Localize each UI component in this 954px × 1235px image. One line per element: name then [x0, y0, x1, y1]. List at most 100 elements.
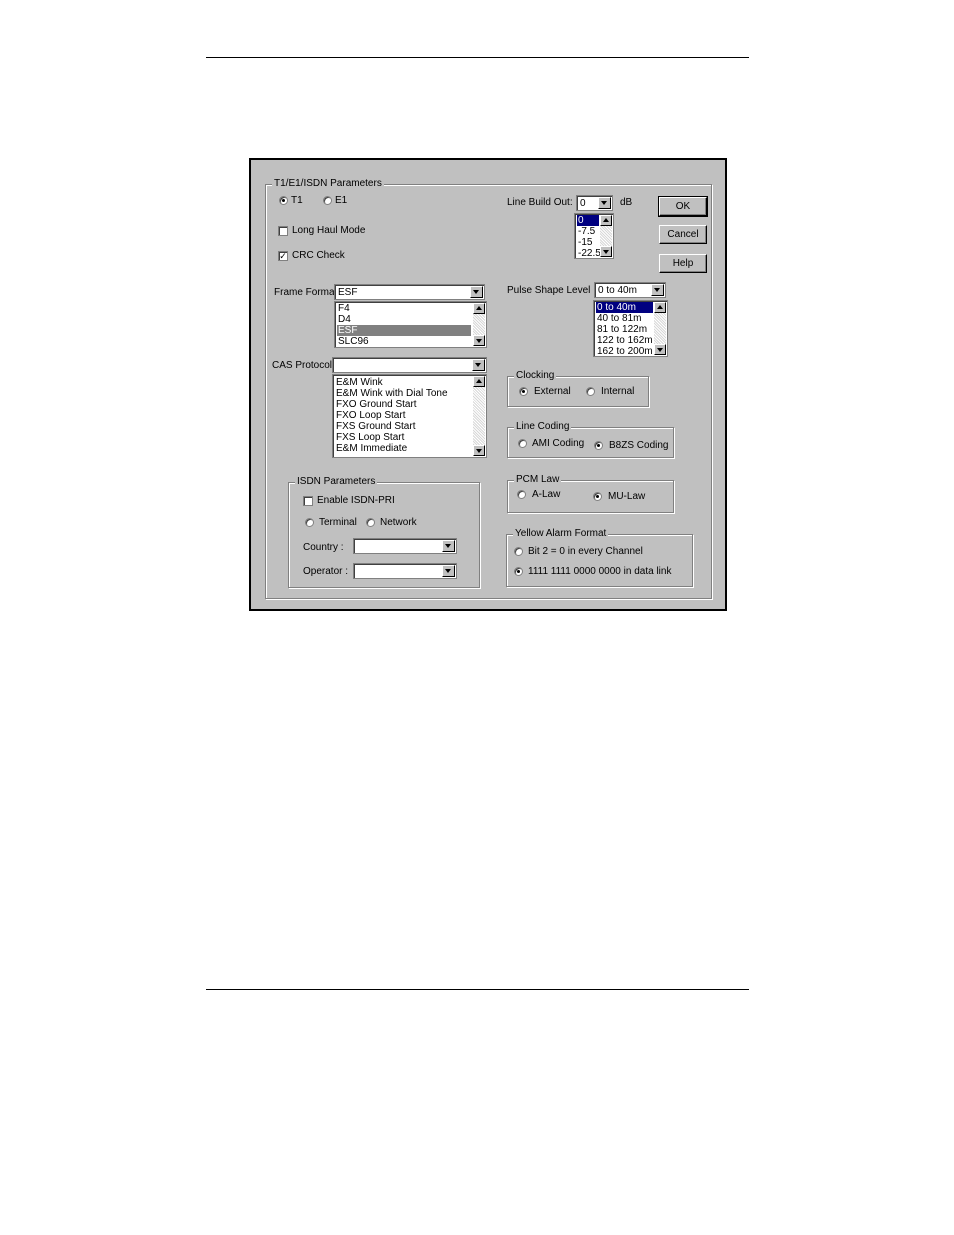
chevron-down-icon[interactable]	[442, 540, 455, 552]
terminal-radio[interactable]	[305, 518, 314, 527]
pulse-shape-label: Pulse Shape Level	[507, 285, 591, 296]
chevron-down-icon[interactable]	[651, 284, 664, 296]
top-rule	[206, 57, 749, 58]
bottom-rule	[206, 989, 749, 990]
help-button[interactable]: Help	[659, 254, 707, 273]
scrollbar[interactable]	[654, 302, 666, 355]
cas-protocol-label: CAS Protocol:	[272, 360, 335, 371]
long-haul-checkbox[interactable]	[278, 226, 288, 236]
enable-isdn-pri-label: Enable ISDN-PRI	[317, 495, 395, 506]
isdn-parameters-title: ISDN Parameters	[295, 476, 378, 488]
list-item[interactable]: 122 to 162m	[596, 335, 654, 346]
chevron-down-icon[interactable]	[442, 565, 455, 577]
list-item[interactable]: E&M Wink with Dial Tone	[335, 388, 449, 399]
chevron-down-icon[interactable]	[472, 359, 485, 371]
list-item[interactable]: ESF	[337, 325, 471, 336]
b8zs-coding-radio[interactable]	[594, 441, 603, 450]
list-item[interactable]: FXO Ground Start	[335, 399, 418, 410]
list-item[interactable]: FXO Loop Start	[335, 410, 406, 421]
list-item[interactable]: E&M Immediate	[335, 443, 408, 454]
list-item[interactable]: FXS Ground Start	[335, 421, 416, 432]
scrollbar[interactable]	[600, 215, 612, 257]
list-item[interactable]: E&M Wink	[335, 377, 384, 388]
list-item[interactable]: FXS Loop Start	[335, 432, 405, 443]
frame-format-value: ESF	[338, 287, 358, 298]
t1-radio[interactable]	[279, 196, 288, 205]
operator-select[interactable]	[353, 563, 457, 579]
crc-check-checkbox[interactable]: ✓	[278, 251, 288, 261]
scroll-down-icon[interactable]	[654, 344, 666, 355]
scroll-down-icon[interactable]	[473, 445, 485, 456]
chevron-down-icon[interactable]	[470, 286, 483, 298]
yellow-alarm-title: Yellow Alarm Format	[513, 528, 609, 540]
a-law-label: A-Law	[532, 489, 561, 500]
line-build-out-select[interactable]: 0	[576, 195, 613, 211]
internal-label: Internal	[601, 386, 635, 397]
pulse-shape-list: 0 to 40m 40 to 81m 81 to 122m 122 to 162…	[593, 300, 668, 357]
frame-format-label: Frame Format:	[274, 287, 341, 298]
t1-label: T1	[291, 195, 303, 206]
mu-law-radio[interactable]	[593, 492, 602, 501]
b8zs-coding-label: B8ZS Coding	[609, 440, 669, 451]
cas-protocol-list: E&M Wink E&M Wink with Dial Tone FXO Gro…	[332, 374, 487, 458]
frame-format-list: F4 D4 ESF SLC96	[334, 301, 487, 348]
terminal-label: Terminal	[319, 517, 357, 528]
list-item[interactable]: -22.5	[577, 248, 602, 258]
operator-label: Operator :	[303, 566, 349, 577]
country-select[interactable]	[353, 538, 457, 554]
list-item[interactable]: 162 to 200m	[596, 346, 654, 356]
list-item[interactable]: 40 to 81m	[596, 313, 642, 324]
line-build-out-list: 0 -7.5 -15 -22.5	[574, 213, 614, 259]
data-link-radio[interactable]	[514, 567, 523, 576]
pulse-shape-select[interactable]: 0 to 40m	[594, 282, 666, 298]
e1-radio[interactable]	[323, 196, 332, 205]
long-haul-label: Long Haul Mode	[292, 225, 366, 236]
list-item[interactable]: 0	[577, 215, 599, 226]
mu-law-label: MU-Law	[608, 491, 646, 502]
a-law-radio[interactable]	[517, 490, 526, 499]
list-item[interactable]: D4	[337, 314, 352, 325]
external-radio[interactable]	[519, 387, 528, 396]
line-build-out-value: 0	[580, 198, 586, 209]
line-build-out-label: Line Build Out:	[507, 197, 573, 208]
scroll-up-icon[interactable]	[473, 376, 485, 387]
bit2-radio[interactable]	[514, 547, 523, 556]
enable-isdn-pri-checkbox[interactable]	[303, 496, 313, 506]
country-label: Country :	[303, 542, 344, 553]
list-item[interactable]: 81 to 122m	[596, 324, 648, 335]
ok-button[interactable]: OK	[658, 196, 708, 217]
db-unit-label: dB	[620, 197, 633, 208]
chevron-down-icon[interactable]	[598, 197, 611, 209]
list-item[interactable]: 0 to 40m	[596, 302, 653, 313]
cas-protocol-select[interactable]	[332, 357, 487, 373]
main-group-title: T1/E1/ISDN Parameters	[272, 178, 384, 190]
yellow-alarm-group: Yellow Alarm Format	[506, 528, 693, 587]
scroll-up-icon[interactable]	[654, 302, 666, 313]
network-radio[interactable]	[366, 518, 375, 527]
external-label: External	[534, 386, 571, 397]
line-coding-title: Line Coding	[514, 421, 572, 433]
scroll-down-icon[interactable]	[473, 335, 485, 346]
pcm-law-title: PCM Law	[514, 474, 562, 486]
scroll-up-icon[interactable]	[473, 303, 485, 314]
list-item[interactable]: F4	[337, 303, 351, 314]
list-item[interactable]: SLC96	[337, 336, 370, 347]
scroll-up-icon[interactable]	[600, 215, 612, 226]
scrollbar[interactable]	[473, 303, 485, 346]
scroll-down-icon[interactable]	[600, 246, 612, 257]
internal-radio[interactable]	[586, 387, 595, 396]
ami-coding-radio[interactable]	[518, 439, 527, 448]
bit2-label: Bit 2 = 0 in every Channel	[528, 546, 643, 557]
pulse-shape-value: 0 to 40m	[598, 285, 637, 296]
cancel-button[interactable]: Cancel	[659, 225, 707, 244]
scrollbar[interactable]	[473, 376, 485, 456]
network-label: Network	[380, 517, 417, 528]
data-link-label: 1111 1111 0000 0000 in data link	[528, 566, 672, 577]
list-item[interactable]: -7.5	[577, 226, 596, 237]
frame-format-select[interactable]: ESF	[334, 284, 485, 300]
e1-label: E1	[335, 195, 348, 206]
t1-e1-isdn-dialog: T1/E1/ISDN Parameters T1 E1 Long Haul Mo…	[249, 158, 727, 611]
crc-check-label: CRC Check	[292, 250, 345, 261]
list-item[interactable]: -15	[577, 237, 593, 248]
ami-coding-label: AMI Coding	[532, 438, 585, 449]
